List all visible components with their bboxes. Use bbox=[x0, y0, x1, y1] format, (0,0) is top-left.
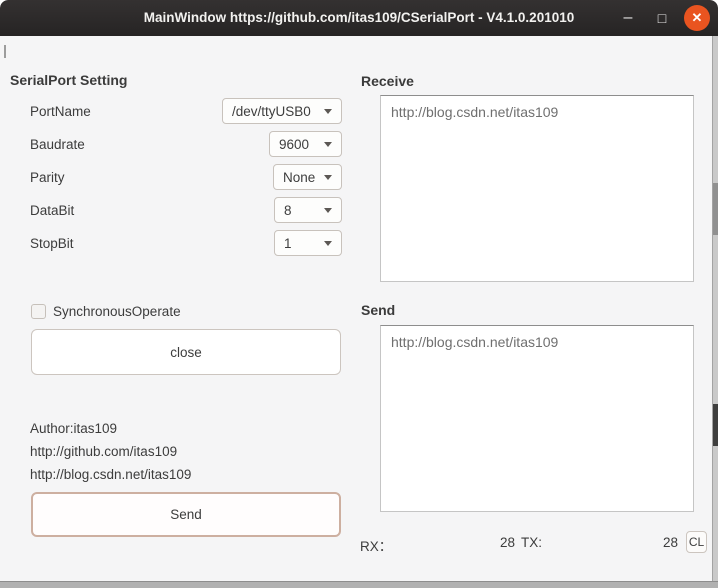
author-text: Author:itas109 bbox=[30, 421, 117, 436]
window-title: MainWindow https://github.com/itas109/CS… bbox=[0, 0, 718, 36]
tx-label: TX: bbox=[521, 535, 542, 550]
rx-count: 28 bbox=[470, 535, 515, 550]
close-icon: ✕ bbox=[692, 10, 703, 26]
rx-label: RX： bbox=[360, 535, 392, 555]
stopbit-select[interactable]: 1 bbox=[274, 230, 342, 256]
databit-select[interactable]: 8 bbox=[274, 197, 342, 223]
window-bottom-edge bbox=[0, 581, 718, 588]
portname-value: /dev/ttyUSB0 bbox=[232, 104, 311, 119]
baudrate-select[interactable]: 9600 bbox=[269, 131, 342, 157]
parity-label: Parity bbox=[30, 170, 65, 185]
receive-header: Receive bbox=[361, 73, 414, 89]
portname-label: PortName bbox=[30, 104, 91, 119]
maximize-icon: □ bbox=[658, 10, 666, 26]
chevron-down-icon bbox=[324, 241, 332, 246]
portname-select[interactable]: /dev/ttyUSB0 bbox=[222, 98, 342, 124]
blog-link-text: http://blog.csdn.net/itas109 bbox=[30, 467, 191, 482]
baudrate-label: Baudrate bbox=[30, 137, 85, 152]
tx-count: 28 bbox=[630, 535, 678, 550]
maximize-button[interactable]: □ bbox=[648, 0, 676, 36]
serialport-setting-header: SerialPort Setting bbox=[10, 72, 127, 88]
text-cursor-artifact bbox=[4, 45, 6, 58]
chevron-down-icon bbox=[324, 142, 332, 147]
synchronous-operate-label: SynchronousOperate bbox=[53, 304, 181, 319]
github-link-text: http://github.com/itas109 bbox=[30, 444, 177, 459]
right-scrollbar-track[interactable] bbox=[713, 36, 718, 581]
chevron-down-icon bbox=[324, 208, 332, 213]
send-header: Send bbox=[361, 302, 395, 318]
chevron-down-icon bbox=[324, 109, 332, 114]
receive-textarea[interactable]: http://blog.csdn.net/itas109 bbox=[380, 95, 694, 282]
synchronous-operate-checkbox[interactable] bbox=[31, 304, 46, 319]
send-button[interactable]: Send bbox=[31, 492, 341, 537]
close-window-button[interactable]: ✕ bbox=[684, 5, 710, 31]
stopbit-label: StopBit bbox=[30, 236, 74, 251]
close-serial-button[interactable]: close bbox=[31, 329, 341, 375]
receive-scrollbar-thumb[interactable] bbox=[713, 183, 718, 235]
databit-value: 8 bbox=[284, 203, 292, 218]
baudrate-value: 9600 bbox=[279, 137, 309, 152]
stopbit-value: 1 bbox=[284, 236, 292, 251]
databit-label: DataBit bbox=[30, 203, 74, 218]
send-scrollbar-thumb[interactable] bbox=[713, 404, 718, 446]
parity-value: None bbox=[283, 170, 315, 185]
send-textarea[interactable]: http://blog.csdn.net/itas109 bbox=[380, 325, 694, 512]
main-window: MainWindow https://github.com/itas109/CS… bbox=[0, 0, 718, 588]
minimize-icon: – bbox=[624, 9, 633, 27]
titlebar[interactable]: MainWindow https://github.com/itas109/CS… bbox=[0, 0, 718, 36]
chevron-down-icon bbox=[324, 175, 332, 180]
parity-select[interactable]: None bbox=[273, 164, 342, 190]
minimize-button[interactable]: – bbox=[614, 0, 642, 42]
clear-data-button[interactable]: CL bbox=[686, 531, 707, 553]
